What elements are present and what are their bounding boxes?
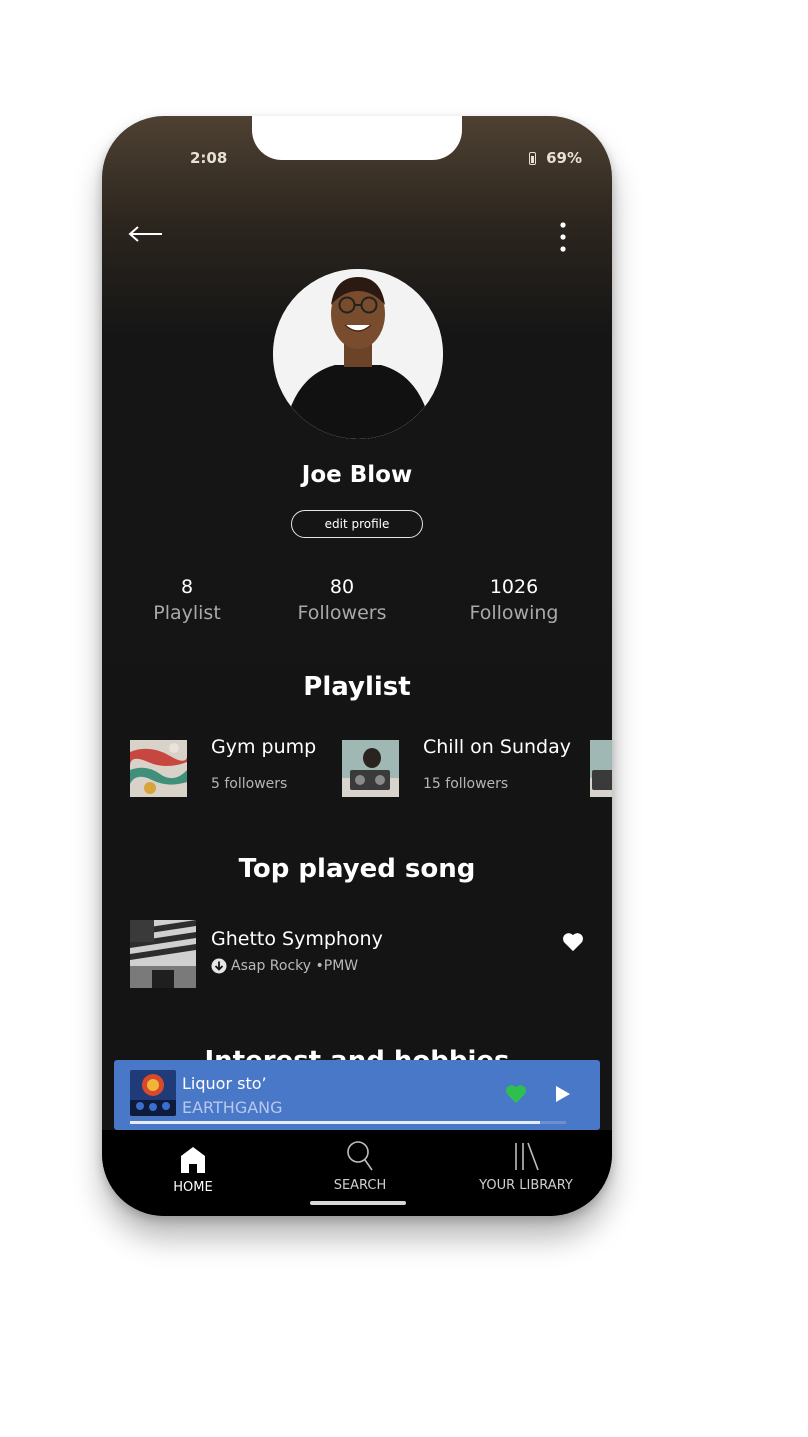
now-playing-bar[interactable]: Liquor sto’ EARTHGANG [114, 1060, 600, 1130]
playlist-cover-art [590, 740, 612, 797]
battery-percent: 69% [546, 149, 582, 167]
stat-value: 1026 [489, 576, 539, 598]
song-artist-album: Asap Rocky •PMW [231, 958, 359, 974]
nav-label: YOUR LIBRARY [479, 1178, 573, 1193]
nav-label: HOME [173, 1180, 213, 1195]
stat-label: Following [469, 602, 559, 624]
stat-label: Followers [297, 602, 387, 624]
stat-playlists[interactable]: 8 Playlist [122, 576, 252, 624]
search-icon [347, 1141, 373, 1171]
playlist-cover[interactable] [130, 740, 187, 797]
playlist-followers: 15 followers [423, 776, 509, 792]
playlist-followers: 5 followers [211, 776, 288, 792]
more-options-icon[interactable] [560, 222, 566, 252]
heart-icon[interactable] [505, 1084, 527, 1104]
avatar-photo [273, 269, 443, 439]
library-icon [515, 1142, 539, 1171]
status-bar-right: 69% [529, 149, 582, 167]
stat-value: 8 [180, 576, 194, 598]
heart-icon[interactable] [562, 932, 584, 952]
nav-label: SEARCH [333, 1178, 387, 1193]
playlist-name[interactable]: Chill on Sunday [423, 736, 571, 758]
playlist-cover-art [342, 740, 399, 797]
avatar[interactable] [273, 269, 443, 439]
battery-icon [529, 151, 537, 165]
playlist-section-title: Playlist [303, 672, 411, 702]
song-cover[interactable] [130, 920, 196, 988]
playlist-cover-partial[interactable] [590, 740, 612, 797]
song-meta: Asap Rocky •PMW [211, 958, 358, 974]
home-indicator [310, 1201, 406, 1205]
top-song-section-title: Top played song [238, 854, 476, 884]
stat-value: 80 [329, 576, 355, 598]
status-time: 2:08 [190, 149, 228, 167]
home-icon [181, 1147, 205, 1173]
song-title[interactable]: Ghetto Symphony [211, 928, 383, 950]
bottom-nav: HOME SEARCH YOUR LIBRARY [102, 1130, 612, 1216]
notch [252, 116, 462, 160]
song-cover-art [130, 920, 196, 988]
nav-home[interactable]: HOME [123, 1140, 263, 1195]
nav-library[interactable]: YOUR LIBRARY [456, 1138, 596, 1193]
back-arrow-icon[interactable] [128, 224, 164, 244]
profile-name: Joe Blow [301, 462, 413, 488]
playback-progress-fill [130, 1121, 540, 1124]
stat-followers[interactable]: 80 Followers [277, 576, 407, 624]
now-playing-cover-art [130, 1070, 176, 1116]
stat-label: Playlist [153, 602, 221, 624]
playlist-name[interactable]: Gym pump [211, 736, 316, 758]
stat-following[interactable]: 1026 Following [449, 576, 579, 624]
now-playing-artist[interactable]: EARTHGANG [182, 1098, 283, 1117]
playback-progress-bar[interactable] [130, 1121, 566, 1124]
phone-frame: 2:08 69% Joe Blow edit profile 8 Playlis… [102, 116, 612, 1216]
edit-profile-button[interactable]: edit profile [291, 510, 423, 538]
downloaded-icon [211, 958, 227, 974]
now-playing-title[interactable]: Liquor sto’ [182, 1074, 267, 1093]
playlist-cover-art [130, 740, 187, 797]
play-icon[interactable] [555, 1085, 571, 1103]
nav-search[interactable]: SEARCH [290, 1138, 430, 1193]
now-playing-cover[interactable] [130, 1070, 176, 1116]
playlist-cover[interactable] [342, 740, 399, 797]
